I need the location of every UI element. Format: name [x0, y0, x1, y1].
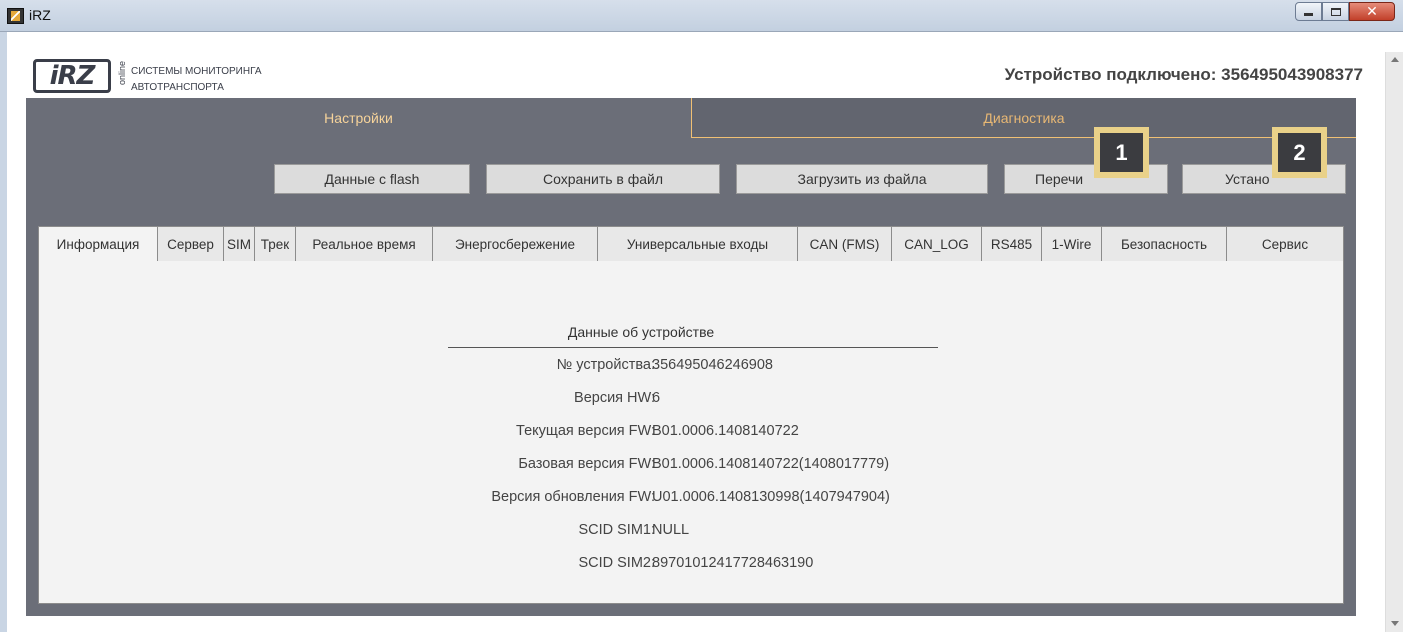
info-content: Данные об устройстве № устройства: 35649… — [38, 261, 1344, 604]
subtab-sim[interactable]: SIM — [224, 226, 255, 262]
load-from-file-button[interactable]: Загрузить из файла — [736, 164, 988, 194]
callout-marker-1: 1 — [1094, 127, 1149, 178]
info-label: SCID SIM2: — [578, 555, 655, 571]
close-icon: ✕ — [1366, 3, 1378, 19]
info-value: NULL — [652, 522, 690, 538]
logo-caption-line1: СИСТЕМЫ МОНИТОРИНГА — [131, 66, 262, 77]
minimize-icon — [1304, 13, 1313, 16]
minimize-button[interactable] — [1295, 2, 1322, 21]
logo-text: iRZ — [49, 61, 96, 91]
callout-marker-1-label: 1 — [1100, 133, 1143, 172]
app-icon — [7, 8, 24, 24]
window-frame — [0, 32, 7, 632]
window-titlebar: iRZ ✕ — [0, 0, 1403, 32]
connection-status: Устройство подключено: 356495043908377 — [1004, 65, 1363, 84]
info-value: U01.0006.1408130998(1407947904) — [652, 489, 890, 505]
callout-marker-2: 2 — [1272, 127, 1327, 178]
tab-settings[interactable]: Настройки — [26, 98, 691, 138]
maximize-button[interactable] — [1322, 2, 1349, 21]
info-label: Версия HW: — [574, 390, 655, 406]
info-value: 356495046246908 — [652, 357, 773, 373]
save-to-file-button[interactable]: Сохранить в файл — [486, 164, 720, 194]
subtab-can-fms[interactable]: CAN (FMS) — [798, 226, 892, 262]
subtab-service[interactable]: Сервис — [1227, 226, 1344, 262]
tab-diagnostics[interactable]: Диагностика — [691, 98, 1356, 138]
window-controls: ✕ — [1295, 2, 1395, 21]
subtab-server[interactable]: Сервер — [158, 226, 224, 262]
info-row-current-fw: Текущая версия FW: B01.0006.1408140722 — [39, 423, 1345, 445]
logo-caption: СИСТЕМЫ МОНИТОРИНГА АВТОТРАНСПОРТА — [131, 64, 262, 96]
logo-mark: iRZ — [33, 59, 111, 93]
scroll-up-arrow-icon[interactable] — [1391, 57, 1399, 62]
close-button[interactable]: ✕ — [1349, 2, 1395, 21]
vertical-scrollbar[interactable] — [1385, 52, 1403, 632]
info-label: Текущая версия FW: — [516, 423, 655, 439]
subtab-can-log[interactable]: CAN_LOG — [892, 226, 982, 262]
device-info-title: Данные об устройстве — [567, 324, 715, 340]
subtab-universal-inputs[interactable]: Универсальные входы — [598, 226, 798, 262]
info-label: № устройства: — [556, 357, 655, 373]
info-row-device-number: № устройства: 356495046246908 — [39, 357, 1345, 379]
subtab-security[interactable]: Безопасность — [1102, 226, 1227, 262]
subtab-rs485[interactable]: RS485 — [982, 226, 1042, 262]
device-info-divider — [448, 347, 938, 348]
info-row-hw-version: Версия HW: 6 — [39, 390, 1345, 412]
app-header: iRZ online СИСТЕМЫ МОНИТОРИНГА АВТОТРАНС… — [7, 52, 1385, 98]
subtab-realtime[interactable]: Реальное время — [296, 226, 433, 262]
main-panel: Настройки Диагностика Данные с flash Сох… — [26, 98, 1356, 616]
info-row-scid-sim1: SCID SIM1: NULL — [39, 522, 1345, 544]
window-title: iRZ — [29, 7, 51, 23]
info-label: SCID SIM1: — [578, 522, 655, 538]
settings-subtabs: Информация Сервер SIM Трек Реальное врем… — [38, 226, 1344, 262]
maximize-icon — [1330, 7, 1341, 16]
subtab-info[interactable]: Информация — [38, 226, 158, 262]
scroll-down-arrow-icon[interactable] — [1391, 621, 1399, 626]
info-row-base-fw: Базовая версия FW: B01.0006.1408140722(1… — [39, 456, 1345, 478]
logo-caption-line2: АВТОТРАНСПОРТА — [131, 82, 224, 93]
info-row-update-fw: Версия обновления FW: U01.0006.140813099… — [39, 489, 1345, 511]
info-value: B01.0006.1408140722(1408017779) — [652, 456, 890, 472]
logo-online: online — [117, 61, 127, 86]
flash-data-button[interactable]: Данные с flash — [274, 164, 470, 194]
subtab-1wire[interactable]: 1-Wire — [1042, 226, 1102, 262]
subtab-power-saving[interactable]: Энергосбережение — [433, 226, 598, 262]
info-value: B01.0006.1408140722 — [652, 423, 799, 439]
info-value: 89701012417728463190 — [652, 555, 814, 571]
callout-marker-2-label: 2 — [1278, 133, 1321, 172]
info-label: Версия обновления FW: — [491, 489, 655, 505]
info-value: 6 — [652, 390, 661, 406]
irz-logo: iRZ online СИСТЕМЫ МОНИТОРИНГА АВТОТРАНС… — [33, 57, 262, 95]
info-row-scid-sim2: SCID SIM2: 89701012417728463190 — [39, 555, 1345, 577]
subtab-track[interactable]: Трек — [255, 226, 296, 262]
info-label: Базовая версия FW: — [518, 456, 655, 472]
